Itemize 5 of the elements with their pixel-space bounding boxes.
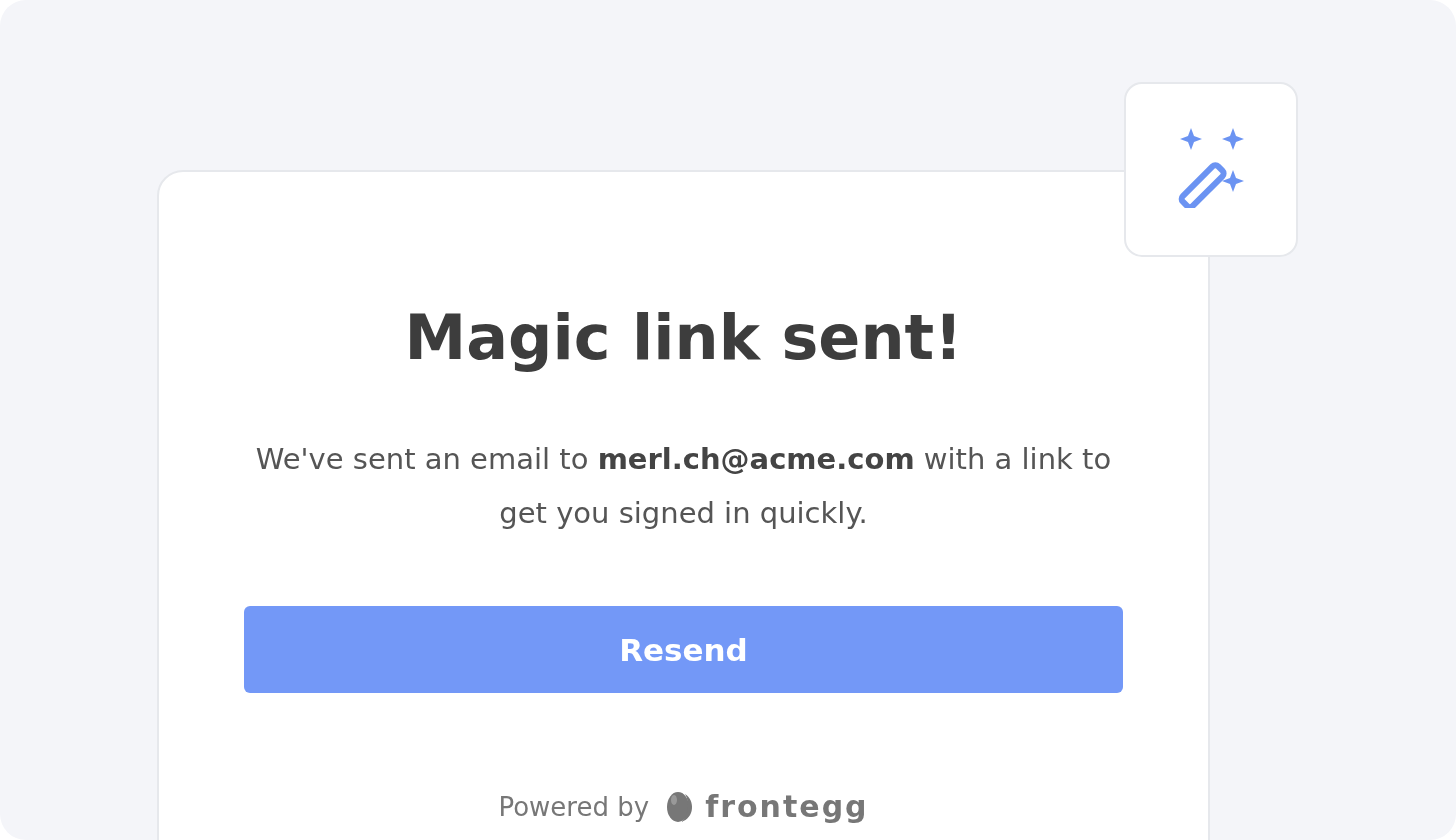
resend-button[interactable]: Resend — [244, 606, 1123, 693]
heading: Magic link sent! — [404, 300, 963, 376]
powered-by-text: Powered by — [498, 791, 650, 822]
message-text: We've sent an email to merl.ch@acme.com with a link to get you signed in quickly. — [254, 441, 1113, 532]
brand-name: frontegg — [705, 789, 869, 824]
